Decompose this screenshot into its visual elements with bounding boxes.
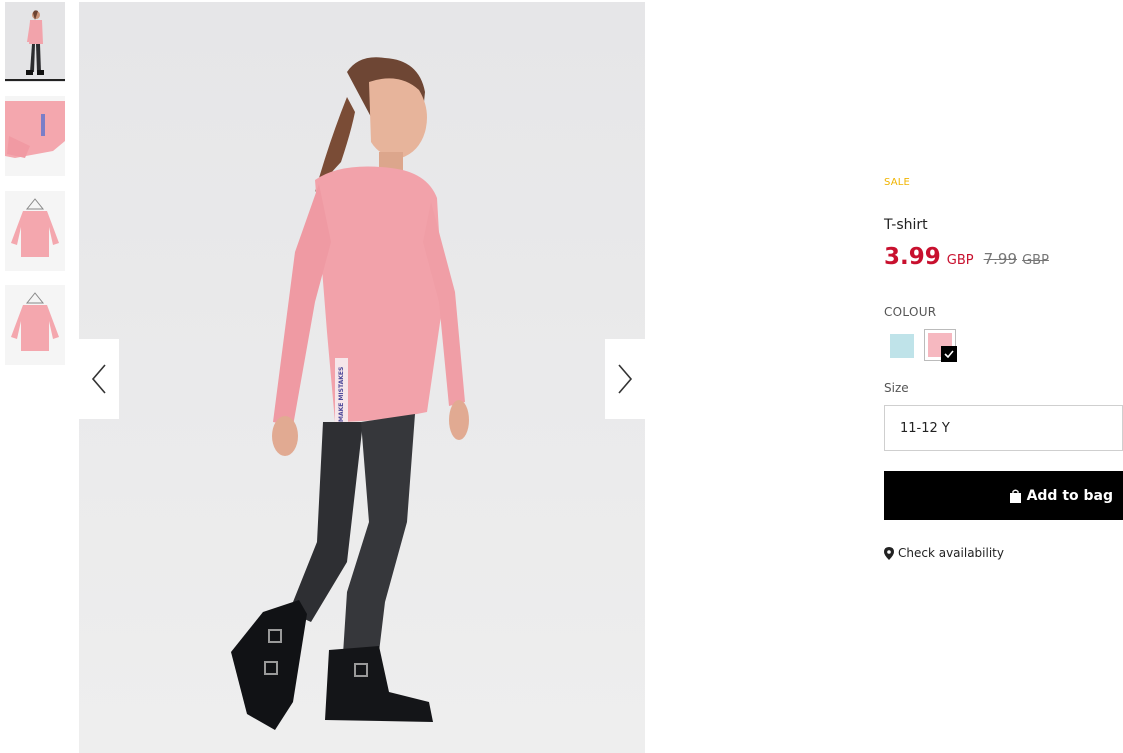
main-product-image: MAKE MISTAKES [79, 2, 645, 753]
thumbnail-active-indicator [5, 79, 65, 81]
add-to-bag-button[interactable]: Add to bag [884, 471, 1123, 520]
size-selector[interactable]: 11-12 Y [884, 405, 1123, 451]
original-price: 7.99 [983, 250, 1017, 268]
add-to-bag-label: Add to bag [1026, 487, 1113, 504]
price-row: 3.99 GBP 7.99 GBP [884, 244, 1049, 270]
previous-image-button[interactable] [79, 339, 119, 419]
chevron-left-icon [91, 364, 106, 394]
current-price: 3.99 [884, 244, 941, 270]
thumbnail-front-hanger[interactable] [5, 191, 65, 271]
chevron-right-icon [618, 364, 633, 394]
size-label: Size [884, 381, 909, 395]
check-availability-link[interactable]: Check availability [884, 546, 1004, 560]
location-pin-icon [884, 546, 894, 560]
check-availability-label: Check availability [898, 546, 1004, 560]
product-photo-girl-walking [79, 2, 645, 753]
shopping-bag-icon [1009, 489, 1021, 503]
thumbnail-back-hanger[interactable] [5, 285, 65, 365]
selected-size: 11-12 Y [900, 421, 950, 436]
colour-swatch-light-blue[interactable] [890, 334, 914, 358]
product-title: T-shirt [884, 217, 928, 233]
checkmark-icon [941, 346, 957, 362]
thumbnail-girl-walking[interactable] [5, 2, 65, 82]
print-text: MAKE MISTAKES [338, 366, 345, 422]
colour-swatch-pink-selected[interactable] [924, 329, 957, 362]
thumbnail-sleeve-detail[interactable] [5, 96, 65, 176]
next-image-button[interactable] [605, 339, 645, 419]
colour-label: COLOUR [884, 305, 937, 319]
current-price-currency: GBP [946, 253, 974, 268]
sale-badge: SALE [884, 177, 911, 188]
original-price-currency: GBP [1022, 253, 1049, 268]
